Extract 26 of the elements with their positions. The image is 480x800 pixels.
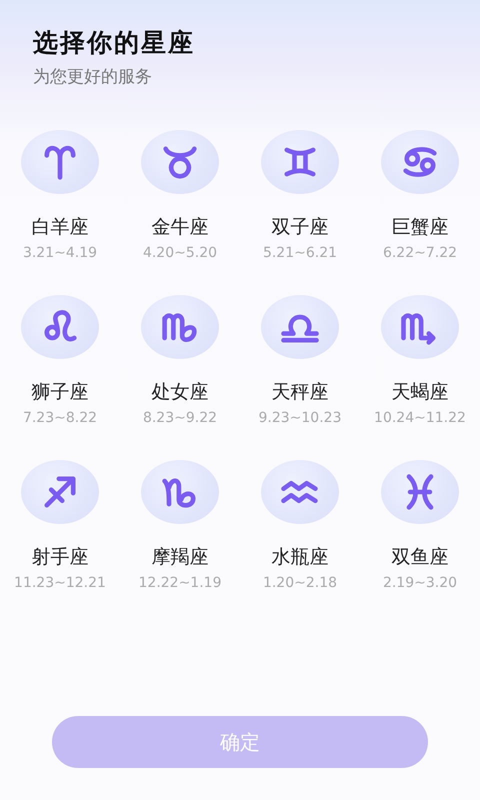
sign-dates: 12.22~1.19 [138, 575, 222, 591]
sign-dates: 9.23~10.23 [258, 410, 342, 426]
sign-dates: 3.21~4.19 [22, 245, 98, 261]
sign-name: 天秤座 [272, 380, 328, 405]
page-subtitle: 为您更好的服务 [33, 66, 153, 88]
sign-name: 射手座 [32, 545, 88, 570]
sign-name: 处女座 [152, 380, 208, 405]
sign-name: 双子座 [272, 215, 328, 240]
sign-dates: 8.23~9.22 [142, 410, 218, 426]
sign-name: 金牛座 [152, 215, 208, 240]
sign-dates: 4.20~5.20 [142, 245, 218, 261]
sign-name: 狮子座 [32, 380, 88, 405]
sign-name: 摩羯座 [152, 545, 208, 570]
sign-dates: 2.19~3.20 [382, 575, 458, 591]
sign-name: 巨蟹座 [392, 215, 448, 240]
page-title: 选择你的星座 [33, 27, 196, 59]
sign-dates: 6.22~7.22 [382, 245, 458, 261]
sign-dates: 1.20~2.18 [262, 575, 338, 591]
sign-name: 双鱼座 [392, 545, 448, 570]
sign-dates: 11.23~12.21 [14, 575, 106, 591]
sign-name: 白羊座 [32, 215, 88, 240]
sign-dates: 10.24~11.22 [374, 410, 466, 426]
sign-name: 水瓶座 [272, 545, 328, 570]
sign-name: 天蝎座 [392, 380, 448, 405]
sign-dates: 7.23~8.22 [22, 410, 98, 426]
sign-dates: 5.21~6.21 [262, 245, 338, 261]
